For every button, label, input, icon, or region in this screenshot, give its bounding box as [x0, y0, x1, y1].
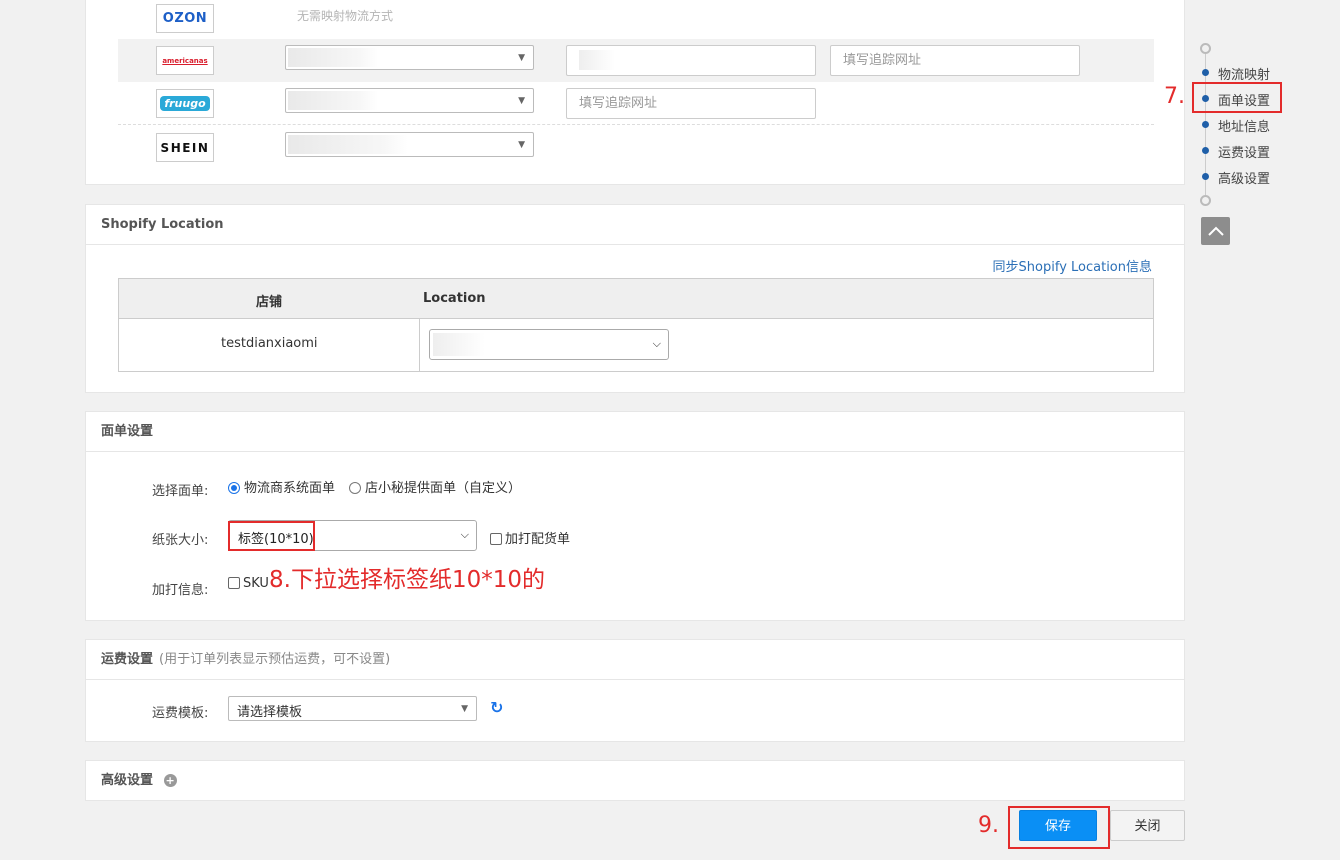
- nav-item-advanced-settings[interactable]: 高级设置: [1218, 168, 1270, 187]
- shipping-settings-panel: 运费设置 (用于订单列表显示预估运费，可不设置) 运费模板: 请选择模板 ▼ ↻: [85, 639, 1185, 742]
- advanced-settings-panel: 高级设置 +: [85, 760, 1185, 801]
- carrier-select[interactable]: ▼: [285, 88, 534, 113]
- annotation-step-7: 7.: [1164, 84, 1185, 109]
- col-location: Location: [423, 291, 486, 306]
- table-header: 店铺 Location: [119, 279, 1153, 319]
- back-to-top-button[interactable]: [1201, 217, 1230, 245]
- nav-item-shipping-settings[interactable]: 运费设置: [1218, 142, 1270, 161]
- nav-end-ring: [1200, 195, 1211, 206]
- location-select[interactable]: ⌵: [429, 329, 669, 360]
- radio-carrier-label[interactable]: 物流商系统面单: [228, 477, 335, 496]
- carrier-select[interactable]: ▼: [285, 45, 534, 70]
- nav-item-address-info[interactable]: 地址信息: [1218, 116, 1270, 135]
- close-button[interactable]: 关闭: [1110, 810, 1185, 841]
- refresh-icon[interactable]: ↻: [490, 698, 503, 717]
- mapping-row-americanas: americanas ▼ 填写追踪网址: [118, 39, 1154, 82]
- store-name: testdianxiaomi: [221, 336, 318, 351]
- mapping-row-fruugo: fruugo ▼ 填写追踪网址: [118, 82, 1154, 125]
- fruugo-logo: fruugo: [156, 89, 214, 118]
- caret-down-icon: ▼: [518, 140, 525, 150]
- sku-checkbox[interactable]: SKU: [228, 576, 269, 591]
- nav-dot: [1202, 173, 1209, 180]
- tracking-url-input[interactable]: 填写追踪网址: [830, 45, 1080, 76]
- chevron-down-icon: ⌵: [460, 528, 469, 541]
- paper-size-label: 纸张大小:: [152, 533, 209, 548]
- shipping-template-label: 运费模板:: [152, 706, 209, 721]
- radio-custom[interactable]: [349, 482, 361, 494]
- extra-info-label: 加打信息:: [152, 583, 209, 598]
- caret-down-icon: ▼: [518, 53, 525, 63]
- caret-down-icon: ▼: [518, 96, 525, 106]
- shein-logo: SHEIN: [156, 133, 214, 162]
- label-settings-panel: 面单设置 选择面单: 物流商系统面单 店小秘提供面单（自定义） 纸张大小: 标签…: [85, 411, 1185, 621]
- logistics-mapping-panel: OZON 无需映射物流方式 americanas ▼ 填写追踪网址 fruugo…: [85, 0, 1185, 185]
- sync-shopify-link[interactable]: 同步Shopify Location信息: [993, 256, 1152, 275]
- ozon-logo: OZON: [156, 4, 214, 33]
- nav-dot: [1202, 69, 1209, 76]
- panel-title: 高级设置 +: [101, 773, 177, 788]
- caret-down-icon: ▼: [461, 704, 468, 714]
- shopify-location-panel: Shopify Location 同步Shopify Location信息 店铺…: [85, 204, 1185, 393]
- chevron-down-icon: ⌵: [652, 337, 661, 350]
- nav-item-logistics-mapping[interactable]: 物流映射: [1218, 64, 1270, 83]
- nav-start-ring: [1200, 43, 1211, 54]
- panel-title: Shopify Location: [86, 205, 1184, 245]
- location-table: 店铺 Location testdianxiaomi ⌵: [118, 278, 1154, 372]
- panel-title: 面单设置: [86, 412, 1184, 452]
- radio-custom-label[interactable]: 店小秘提供面单（自定义）: [349, 477, 521, 496]
- carrier-select[interactable]: ▼: [285, 132, 534, 157]
- tracking-number-input[interactable]: [566, 45, 816, 76]
- nav-dot: [1202, 147, 1209, 154]
- mapping-row-ozon: OZON 无需映射物流方式: [118, 0, 1154, 42]
- select-label-label: 选择面单:: [152, 484, 209, 499]
- expand-plus-icon[interactable]: +: [163, 774, 177, 787]
- panel-title: 运费设置 (用于订单列表显示预估运费，可不设置): [86, 640, 1184, 680]
- tracking-url-input[interactable]: 填写追踪网址: [566, 88, 816, 119]
- nav-dot: [1202, 121, 1209, 128]
- mapping-row-shein: SHEIN ▼: [118, 126, 1154, 169]
- annotation-box-nav: [1192, 82, 1282, 113]
- annotation-box-paper-size: [228, 521, 315, 551]
- table-row: testdianxiaomi ⌵: [119, 319, 1153, 371]
- col-store: 店铺: [256, 295, 283, 310]
- shipping-template-select[interactable]: 请选择模板 ▼: [228, 696, 477, 721]
- no-mapping-note: 无需映射物流方式: [297, 9, 394, 23]
- chevron-up-icon: [1207, 226, 1224, 236]
- print-picking-checkbox[interactable]: 加打配货单: [490, 528, 570, 547]
- annotation-box-save: [1008, 806, 1110, 849]
- annotation-step-9: 9.: [978, 813, 999, 838]
- radio-carrier[interactable]: [228, 482, 240, 494]
- americanas-logo: americanas: [156, 46, 214, 75]
- annotation-step-8: 8.下拉选择标签纸10*10的: [269, 567, 545, 593]
